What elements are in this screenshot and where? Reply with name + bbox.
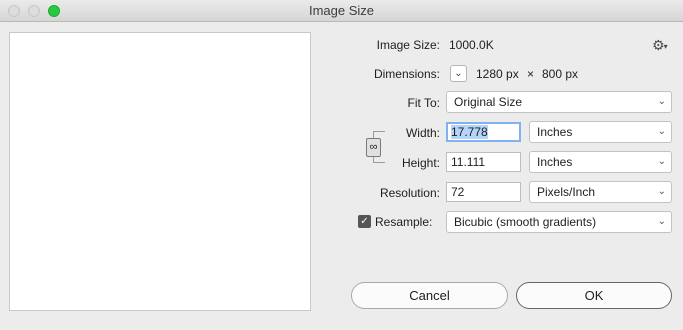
chain-link-icon: ∞ <box>369 141 378 153</box>
ok-button[interactable]: OK <box>516 282 672 309</box>
fit-to-selected: Original Size <box>454 95 523 109</box>
resolution-input-value: 72 <box>451 185 465 199</box>
resample-method-selected: Bicubic (smooth gradients) <box>454 215 597 229</box>
resample-method-select[interactable]: Bicubic (smooth gradients) ⌄ <box>446 211 672 233</box>
dimensions-units-toggle[interactable]: ⌄ <box>450 65 467 82</box>
height-unit-selected: Inches <box>537 155 573 169</box>
width-unit-select[interactable]: Inches ⌄ <box>529 121 672 143</box>
resolution-label: Resolution: <box>379 186 440 200</box>
cancel-button[interactable]: Cancel <box>351 282 508 309</box>
dimensions-separator: × <box>527 67 535 81</box>
gear-icon: ⚙ <box>652 37 665 53</box>
dimensions-label: Dimensions: <box>373 67 440 81</box>
chevron-down-icon: ⌄ <box>657 216 666 227</box>
chevron-down-icon: ⌄ <box>657 96 666 107</box>
constrain-proportions-button[interactable]: ∞ <box>366 138 381 157</box>
resolution-input[interactable]: 72 <box>446 182 521 202</box>
resolution-unit-select[interactable]: Pixels/Inch ⌄ <box>529 181 672 203</box>
chevron-down-icon: ⌄ <box>657 186 666 197</box>
chevron-down-icon: ⌄ <box>657 126 666 137</box>
width-input[interactable]: 17.778 <box>446 122 521 142</box>
title-bar: Image Size <box>0 0 683 22</box>
resample-checkbox[interactable]: ✓ <box>358 215 371 228</box>
height-input-value: 11.111 <box>451 155 486 169</box>
width-input-value: 17.778 <box>451 125 488 139</box>
fit-to-label: Fit To: <box>407 96 440 110</box>
image-preview[interactable] <box>9 32 311 311</box>
window-title: Image Size <box>308 3 375 18</box>
dimensions-height-value: 800 px <box>542 67 579 81</box>
image-size-dialog: Image Size Image Size: 1000.0K ⚙▾ Dimens… <box>0 0 683 330</box>
image-size-label: Image Size: <box>376 38 440 52</box>
chevron-down-icon: ⌄ <box>657 156 666 167</box>
resample-label: Resample: <box>375 215 433 229</box>
height-label: Height: <box>401 156 440 170</box>
width-unit-selected: Inches <box>537 125 573 139</box>
image-size-value: 1000.0K <box>449 38 494 52</box>
chevron-down-icon: ⌄ <box>454 68 463 79</box>
checkmark-icon: ✓ <box>360 216 369 227</box>
fit-to-select[interactable]: Original Size ⌄ <box>446 91 672 113</box>
height-input[interactable]: 11.111 <box>446 152 521 172</box>
width-label: Width: <box>405 126 440 140</box>
height-unit-select[interactable]: Inches ⌄ <box>529 151 672 173</box>
resolution-unit-selected: Pixels/Inch <box>537 185 596 199</box>
gear-menu-button[interactable]: ⚙▾ <box>652 37 668 54</box>
dimensions-width-value: 1280 px <box>476 67 519 81</box>
caret-down-icon: ▾ <box>663 41 668 51</box>
